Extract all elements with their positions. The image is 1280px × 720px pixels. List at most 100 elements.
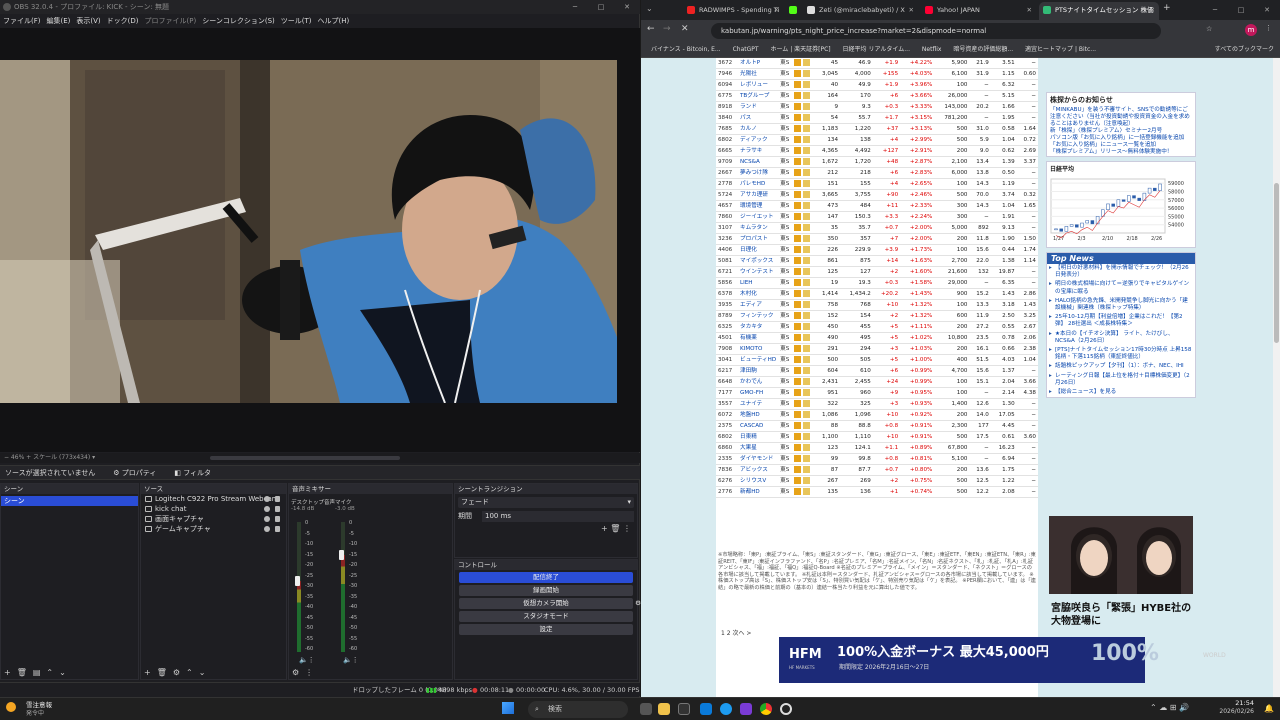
close-icon[interactable]: ✕ [614, 0, 640, 14]
edge-icon[interactable] [720, 703, 732, 715]
news-item[interactable]: 【総合ニュース】を見る [1047, 388, 1195, 397]
notice-item[interactable]: 「株探プレミアム」リリース〜無料体験実施中！ [1047, 149, 1195, 156]
store-icon[interactable] [678, 703, 690, 715]
news-item[interactable]: 【明日の好悪材料】を開示情報でチェック！（2月26日発表分） [1047, 264, 1195, 280]
bar-chart-icon[interactable] [803, 136, 811, 143]
bar-chart-icon[interactable] [803, 389, 811, 396]
page-scrollbar[interactable] [1273, 58, 1280, 697]
chart-icons[interactable] [792, 299, 815, 311]
chart-icons[interactable] [792, 486, 815, 498]
chart-icon[interactable] [794, 301, 802, 308]
stock-name[interactable]: マイポックス [738, 255, 779, 267]
chart-icons[interactable] [792, 244, 815, 256]
chart-icon[interactable] [794, 235, 802, 242]
table-row[interactable]: 6325 タカキタ 東S 450 455 +5 +1.11% 200 27.2 0.55 2.67 [716, 321, 1038, 333]
start-recording-button[interactable]: 録画開始 [459, 585, 633, 596]
chart-icons[interactable] [792, 376, 815, 388]
notice-item[interactable]: 「お気に入り銘柄」にニュース一覧を追加 [1047, 142, 1195, 149]
bar-chart-icon[interactable] [803, 103, 811, 110]
table-row[interactable]: 6217 津田駒 東S 604 610 +6 +0.99% 4,700 15.6 1.37− [716, 365, 1038, 377]
chart-icon[interactable] [794, 411, 802, 418]
table-row[interactable]: 6775 TBグループ 東S 164 170 +6 +3.66% 26,000−5.15− [716, 90, 1038, 102]
chart-icon[interactable] [794, 444, 802, 451]
bar-chart-icon[interactable] [803, 345, 811, 352]
chart-icons[interactable] [792, 79, 815, 91]
table-row[interactable]: 7946 光陽社 東S 3,045 4,000 +155 +4.03% 6,100 31.9 1.… [716, 68, 1038, 80]
promo-image[interactable] [1049, 516, 1193, 594]
stock-name[interactable]: ダイヤモンド [738, 453, 779, 465]
menu-dock[interactable]: ドック(D) [107, 14, 139, 28]
bookmark-item[interactable]: ホーム | 楽天証券[PC] [770, 46, 830, 53]
chart-icons[interactable] [792, 420, 815, 432]
chart-icons[interactable] [792, 58, 815, 69]
filter-icon[interactable]: ▤ [33, 668, 41, 677]
speaker-icon[interactable]: 🔈⋮ [343, 656, 359, 664]
table-row[interactable]: 6094 レボリュー 東S 40 49.9 +1.9 +3.96% 100−6.32− [716, 79, 1038, 91]
chart-icons[interactable] [792, 90, 815, 102]
table-row[interactable]: 5081 マイポックス 東S 861 875 +14 +1.63% 2,700 22.0 1.38… [716, 255, 1038, 267]
stock-name[interactable]: ウインテスト [738, 266, 779, 278]
bar-chart-icon[interactable] [803, 312, 811, 319]
promo-title[interactable]: 宮脇咲良ら「緊張」HYBE社の大物登場に [1051, 602, 1199, 628]
lock-icon[interactable] [275, 506, 280, 512]
properties-button[interactable]: ⚙ プロパティ [113, 468, 156, 478]
stock-name[interactable]: 有機薬 [738, 332, 779, 344]
lock-icon[interactable] [275, 496, 280, 502]
tab-search-icon[interactable]: ⌄ [646, 4, 653, 13]
notification-icon[interactable]: 🔔 [1264, 704, 1274, 713]
chart-icon[interactable] [794, 356, 802, 363]
pager[interactable]: 1 2 次へ > [721, 628, 751, 637]
stock-name[interactable]: 地盤HD [738, 409, 779, 421]
eye-icon[interactable] [264, 506, 270, 512]
news-item[interactable]: [PTS]ナイトタイムセッション17時30分時点 上昇158銘柄・下落115銘柄… [1047, 346, 1195, 362]
close-icon[interactable]: ✕ [1150, 2, 1155, 18]
chart-icon[interactable] [794, 268, 802, 275]
chart-icons[interactable] [792, 145, 815, 157]
minimize-icon[interactable]: ─ [1202, 0, 1228, 20]
stock-name[interactable]: エディア [738, 299, 779, 311]
nikkei-box[interactable]: 日経平均 59000 58000 57000 56000 55000 54000 1/27 2… [1046, 161, 1196, 248]
news-item[interactable]: HALO銘柄の急先鋒、米開発競争し脚光に向かう「建設機械」関連株（株探トップ特集… [1047, 297, 1195, 313]
chart-icon[interactable] [794, 246, 802, 253]
file-explorer-icon[interactable] [658, 703, 670, 715]
table-row[interactable]: 4406 日理化 東S 226 229.9 +3.9 +1.73% 100 15.6 0.44 1.… [716, 244, 1038, 256]
bar-chart-icon[interactable] [803, 224, 811, 231]
table-row[interactable]: 5856 LIEH 東S 19 19.3 +0.3 +1.58% 29,000−6.35− [716, 277, 1038, 289]
gear-icon[interactable]: ⚙ [292, 668, 299, 677]
stock-name[interactable]: キムラタン [738, 222, 779, 234]
chart-icons[interactable] [792, 332, 815, 344]
trash-icon[interactable]: 🗑 [17, 668, 27, 677]
chart-icon[interactable] [794, 334, 802, 341]
chrome-icon[interactable] [760, 703, 772, 715]
table-row[interactable]: 6802 ディアック 東S 134 138 +4 +2.99% 500 5.9 1.04 0.72 [716, 134, 1038, 146]
menu-view[interactable]: 表示(V) [76, 14, 100, 28]
chart-icon[interactable] [794, 59, 802, 66]
taskbar-search[interactable]: 検索 ⌕ [528, 701, 628, 718]
bar-chart-icon[interactable] [803, 70, 811, 77]
stock-name[interactable]: 日東精 [738, 431, 779, 443]
chart-icons[interactable] [792, 134, 815, 146]
bar-chart-icon[interactable] [803, 169, 811, 176]
chart-icon[interactable] [794, 224, 802, 231]
bar-chart-icon[interactable] [803, 444, 811, 451]
chart-icons[interactable] [792, 409, 815, 421]
chart-icon[interactable] [794, 136, 802, 143]
preview-scrollbar[interactable] [210, 456, 400, 460]
bar-chart-icon[interactable] [803, 180, 811, 187]
obs-icon[interactable] [780, 703, 792, 715]
stock-name[interactable]: パレモHD [738, 178, 779, 190]
tab-kick[interactable] [785, 2, 805, 20]
tab-kabutan[interactable]: PTSナイトタイムセッション 株価上✕ [1039, 2, 1159, 30]
bar-chart-icon[interactable] [803, 246, 811, 253]
chart-icons[interactable] [792, 200, 815, 212]
table-row[interactable]: 7860 ジーイエット 東S 147 150.3 +3.3 +2.24% 300−1.91− [716, 211, 1038, 223]
bar-chart-icon[interactable] [803, 356, 811, 363]
stock-name[interactable]: ディアック [738, 134, 779, 146]
lock-icon[interactable] [275, 526, 280, 532]
chart-icon[interactable] [794, 345, 802, 352]
maximize-icon[interactable]: □ [588, 0, 614, 14]
bar-chart-icon[interactable] [803, 378, 811, 385]
close-icon[interactable]: ✕ [1027, 2, 1032, 18]
table-row[interactable]: 3672 オルトP 東S 45 46.9 +1.9 +4.22% 5,900 21.9 3.51− [716, 58, 1038, 69]
table-row[interactable]: 6860 大果星 東S 123 124.1 +1.1 +0.89% 67,800−16.23− [716, 442, 1038, 454]
